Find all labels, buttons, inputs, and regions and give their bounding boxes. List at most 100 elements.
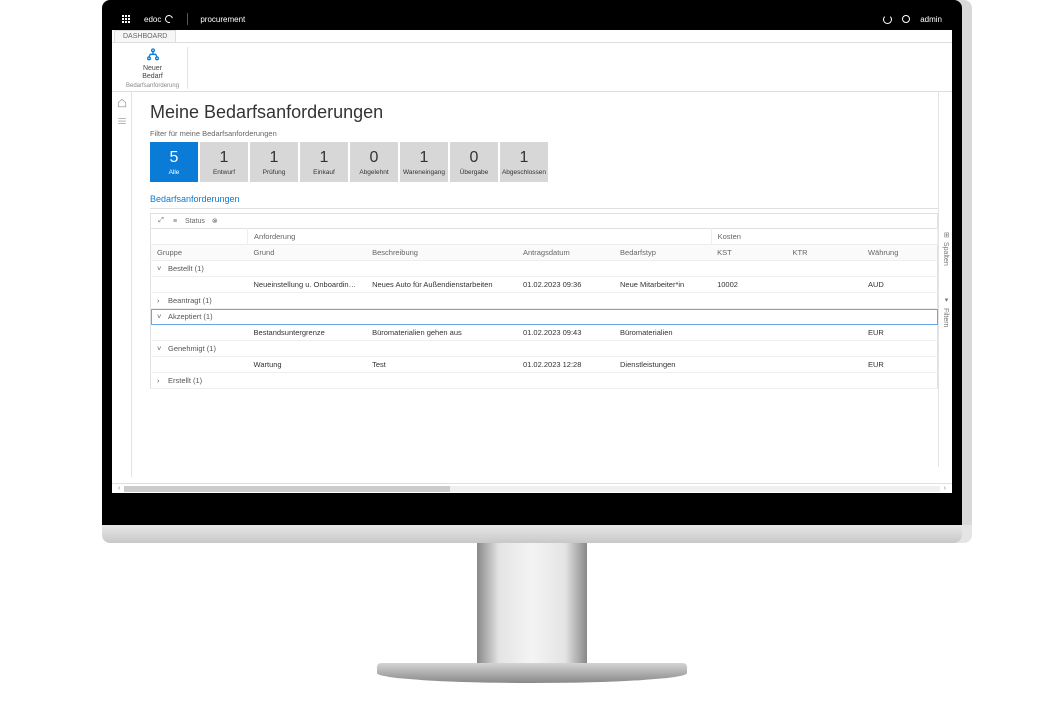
filter-tile-übergabe[interactable]: 0 Übergabe — [450, 142, 498, 182]
rightbar-columns-button[interactable]: ⊞ Spalten — [942, 232, 950, 266]
rightbar-filters-button[interactable]: ▾ Filtern — [942, 296, 950, 327]
cell: 10002 — [711, 277, 786, 293]
app-name: procurement — [200, 15, 245, 24]
col-waehrung[interactable]: Währung — [862, 245, 938, 261]
refresh-icon[interactable] — [883, 15, 892, 24]
page-title: Meine Bedarfsanforderungen — [150, 102, 938, 123]
scroll-right-icon[interactable]: › — [944, 485, 946, 492]
toolbar-columns-icon[interactable]: ≡ — [171, 217, 179, 225]
new-request-button[interactable]: Neuer Bedarf — [126, 47, 179, 81]
tile-count: 5 — [170, 149, 179, 167]
cell: Neues Auto für Außendienstarbeiten — [366, 277, 517, 293]
tile-label: Einkauf — [313, 169, 335, 176]
scroll-left-icon[interactable]: ‹ — [118, 485, 120, 492]
hamburger-icon[interactable] — [117, 116, 127, 126]
chevron-down-icon: ˅ — [157, 264, 164, 271]
cell — [711, 325, 786, 341]
cell: AUD — [862, 277, 938, 293]
table-row[interactable]: Neueinstellung u. Onboarding ...Neues Au… — [151, 277, 938, 293]
cell: 01.02.2023 12:28 — [517, 357, 614, 373]
chevron-down-icon: ˅ — [157, 344, 164, 351]
cell: Neue Mitarbeiter*in — [614, 277, 711, 293]
cell: Test — [366, 357, 517, 373]
divider — [187, 13, 188, 25]
grid-section-title: Bedarfsanforderungen — [150, 190, 938, 209]
group-label: Genehmigt (1) — [168, 344, 216, 353]
columns-icon: ⊞ — [942, 232, 950, 238]
tab-dashboard[interactable]: DASHBOARD — [114, 30, 176, 42]
toolbar-close-icon[interactable]: ⊗ — [211, 217, 219, 225]
tile-count: 1 — [420, 149, 429, 167]
group-label: Beantragt (1) — [168, 296, 212, 305]
chevron-down-icon: ˅ — [157, 312, 164, 319]
cell: 01.02.2023 09:36 — [517, 277, 614, 293]
cell: Büromaterialien — [614, 325, 711, 341]
tile-label: Alle — [169, 169, 180, 176]
filter-tile-wareneingang[interactable]: 1 Wareneingang — [400, 142, 448, 182]
tile-label: Entwurf — [213, 169, 235, 176]
tile-label: Prüfung — [263, 169, 286, 176]
cell: EUR — [862, 357, 938, 373]
toolbar-expand-icon[interactable]: ⤢ — [157, 217, 165, 225]
col-ktr[interactable]: KTR — [787, 245, 862, 261]
cell: Wartung — [248, 357, 367, 373]
group-row[interactable]: ›Erstellt (1) — [151, 373, 938, 389]
filter-tile-abgeschlossen[interactable]: 1Abgeschlossen — [500, 142, 548, 182]
cell — [787, 325, 862, 341]
tile-label: Abgelehnt — [359, 169, 388, 176]
cell: 01.02.2023 09:43 — [517, 325, 614, 341]
horizontal-scrollbar[interactable] — [124, 486, 939, 492]
header-kosten[interactable]: Kosten — [711, 229, 937, 245]
toolbar-status-label: Status — [185, 218, 205, 225]
tile-label: Übergabe — [460, 169, 489, 176]
col-gruppe[interactable]: Gruppe — [151, 245, 248, 261]
filter-icon: ▾ — [942, 296, 950, 304]
home-icon[interactable] — [117, 98, 127, 108]
group-label: Akzeptiert (1) — [168, 312, 213, 321]
group-row[interactable]: ˅ Akzeptiert (1) — [151, 309, 938, 325]
tile-count: 1 — [220, 149, 229, 167]
apps-grid-icon[interactable] — [122, 15, 130, 23]
chevron-right-icon: › — [157, 376, 164, 383]
table-row[interactable]: WartungTest01.02.2023 12:28Dienstleistun… — [151, 357, 938, 373]
hierarchy-plus-icon — [145, 47, 161, 63]
filter-tile-einkauf[interactable]: 1 Einkauf — [300, 142, 348, 182]
col-grund[interactable]: Grund — [248, 245, 367, 261]
chevron-right-icon: › — [157, 296, 164, 303]
cell — [151, 357, 248, 373]
filter-tile-alle[interactable]: 5 Alle — [150, 142, 198, 182]
group-row[interactable]: › Beantragt (1) — [151, 293, 938, 309]
user-icon[interactable] — [902, 15, 910, 23]
col-bedarfstyp[interactable]: Bedarfstyp — [614, 245, 711, 261]
cell: Bestandsuntergrenze — [248, 325, 367, 341]
filter-tile-prüfung[interactable]: 1Prüfung — [250, 142, 298, 182]
tile-label: Wareneingang — [403, 169, 445, 176]
cell — [151, 277, 248, 293]
tile-count: 1 — [520, 149, 529, 167]
cell — [787, 277, 862, 293]
cell: Neueinstellung u. Onboarding ... — [248, 277, 367, 293]
filter-label: Filter für meine Bedarfsanforderungen — [150, 129, 938, 138]
ribbon-group-title: Bedarfsanforderung — [126, 83, 179, 89]
tile-count: 1 — [320, 149, 329, 167]
brand: edoc — [144, 15, 173, 24]
cell: EUR — [862, 325, 938, 341]
tile-count: 0 — [470, 149, 479, 167]
cell: Dienstleistungen — [614, 357, 711, 373]
col-kst[interactable]: KST — [711, 245, 786, 261]
ribbon-btn-line1: Neuer — [143, 65, 162, 72]
brand-logo-icon — [164, 14, 175, 25]
group-row[interactable]: ˅ Genehmigt (1) — [151, 341, 938, 357]
group-label: Bestellt (1) — [168, 264, 204, 273]
cell — [711, 357, 786, 373]
header-anforderung[interactable]: Anforderung — [248, 229, 712, 245]
table-row[interactable]: BestandsuntergrenzeBüromaterialien gehen… — [151, 325, 938, 341]
tile-count: 0 — [370, 149, 379, 167]
filter-tile-entwurf[interactable]: 1 Entwurf — [200, 142, 248, 182]
col-beschreibung[interactable]: Beschreibung — [366, 245, 517, 261]
user-name: admin — [920, 15, 942, 24]
cell — [787, 357, 862, 373]
group-row[interactable]: ˅ Bestellt (1) — [151, 261, 938, 277]
filter-tile-abgelehnt[interactable]: 0 Abgelehnt — [350, 142, 398, 182]
col-antragsdatum[interactable]: Antragsdatum — [517, 245, 614, 261]
